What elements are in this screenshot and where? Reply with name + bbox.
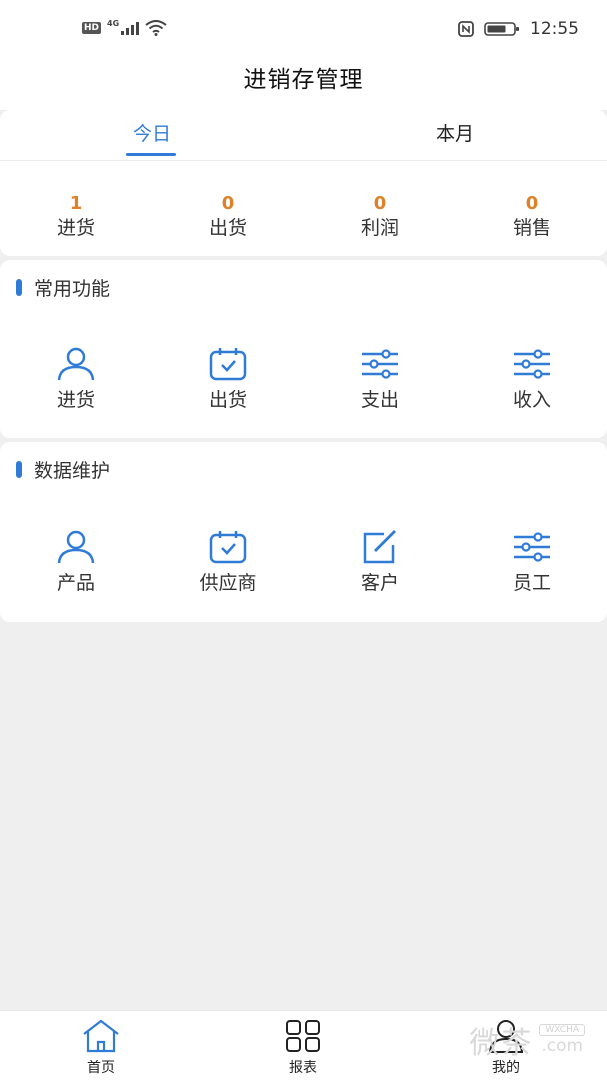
clock: 12:55 <box>530 19 579 39</box>
page-title: 进销存管理 <box>243 67 364 93</box>
sliders-icon <box>362 349 398 379</box>
stat-label: 销售 <box>512 217 551 239</box>
func-label: 进货 <box>56 389 95 411</box>
data-label: 产品 <box>56 572 95 594</box>
status-right: 12:55 <box>458 19 579 39</box>
calendar-check-icon <box>209 348 247 381</box>
watermark-chars: 微茶 <box>469 1026 534 1061</box>
stat-label: 进货 <box>56 217 95 239</box>
stat-purchase[interactable]: 1 进货 <box>16 193 136 241</box>
nfc-icon <box>458 21 474 37</box>
data-employees[interactable]: 员工 <box>472 529 592 595</box>
nav-reports[interactable]: 报表 <box>253 1019 353 1077</box>
section-header: 常用功能 <box>16 274 110 301</box>
stat-value: 1 <box>69 193 83 214</box>
func-label: 收入 <box>512 389 551 411</box>
stat-value: 0 <box>525 193 539 214</box>
watermark: 微茶 WXCHA .com <box>469 1018 585 1062</box>
data-label: 员工 <box>512 572 551 594</box>
data-label: 供应商 <box>199 572 257 594</box>
home-icon <box>83 1019 119 1053</box>
func-income[interactable]: 收入 <box>472 346 592 412</box>
sliders-icon <box>514 349 550 379</box>
nav-home[interactable]: 首页 <box>51 1019 151 1077</box>
network-type: 4G <box>107 18 120 28</box>
func-expense[interactable]: 支出 <box>320 346 440 412</box>
watermark-domain: .com <box>541 1036 584 1056</box>
stat-label: 利润 <box>360 217 399 239</box>
app-header: 进销存管理 <box>0 60 607 110</box>
common-functions-card: 常用功能 进货 出货 支出 收入 <box>0 260 607 438</box>
active-tab-indicator <box>126 153 176 156</box>
stat-value: 0 <box>221 193 235 214</box>
data-customers[interactable]: 客户 <box>320 529 440 595</box>
status-left: HD 4G <box>82 18 167 36</box>
stat-value: 0 <box>373 193 387 214</box>
data-suppliers[interactable]: 供应商 <box>168 529 288 595</box>
period-tabs: 今日 本月 <box>0 110 607 161</box>
func-label: 支出 <box>360 389 399 411</box>
data-label: 客户 <box>360 572 399 594</box>
person-icon <box>57 347 95 381</box>
hd-badge: HD <box>82 22 102 34</box>
stat-label: 出货 <box>208 217 247 239</box>
stat-sales[interactable]: 0 销售 <box>472 193 592 241</box>
stat-profit[interactable]: 0 利润 <box>320 193 440 241</box>
stat-shipment[interactable]: 0 出货 <box>168 193 288 241</box>
watermark-brand: WXCHA <box>539 1024 585 1036</box>
section-marker <box>16 461 22 478</box>
battery-icon <box>484 22 519 36</box>
person-icon <box>57 530 95 564</box>
data-maintenance-card: 数据维护 产品 供应商 客户 员工 <box>0 442 607 622</box>
status-bar: HD 4G 12:55 <box>0 0 607 60</box>
section-title: 常用功能 <box>34 278 111 300</box>
tab-month[interactable]: 本月 <box>355 110 555 160</box>
nav-label: 报表 <box>289 1060 317 1076</box>
nav-label: 首页 <box>87 1060 115 1076</box>
section-header: 数据维护 <box>16 456 110 483</box>
section-title: 数据维护 <box>34 460 111 482</box>
edit-icon <box>363 530 396 564</box>
func-purchase[interactable]: 进货 <box>16 346 136 412</box>
func-shipment[interactable]: 出货 <box>168 346 288 412</box>
grid-icon <box>286 1020 320 1052</box>
data-products[interactable]: 产品 <box>16 529 136 595</box>
signal-icon <box>121 22 140 35</box>
sliders-icon <box>514 532 550 562</box>
watermark-brand-box: WXCHA .com <box>539 1024 585 1056</box>
calendar-check-icon <box>209 531 247 564</box>
section-marker <box>16 279 22 296</box>
summary-card: 今日 本月 1 进货 0 出货 0 利润 0 销售 <box>0 110 607 256</box>
wifi-icon <box>145 20 167 36</box>
summary-stats: 1 进货 0 出货 0 利润 0 销售 <box>0 193 607 253</box>
func-label: 出货 <box>208 389 247 411</box>
